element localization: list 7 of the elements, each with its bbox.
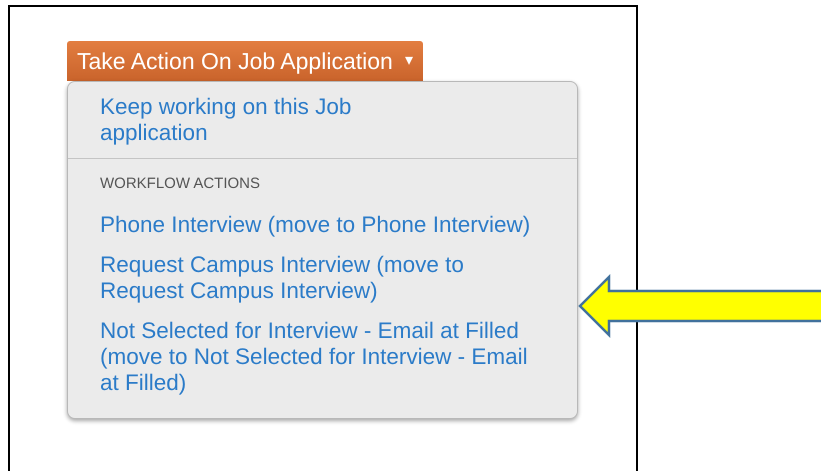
arrow-icon (578, 274, 821, 338)
menu-header: WORKFLOW ACTIONS (99, 174, 260, 194)
menu-item[interactable]: Request Campus Interview (move to Request Campus Interview) (68, 250, 548, 306)
action-button[interactable]: Take Action On Job Application ▾ (67, 41, 423, 81)
menu-item[interactable]: Not Selected for Interview - Email at Filled (move to Not Selected for Interview - Email at Filled) (68, 316, 548, 398)
menu-item[interactable]: Keep working on this Job application (68, 92, 428, 148)
menu-item[interactable]: Phone Interview (move to Phone Interview) (68, 210, 548, 240)
